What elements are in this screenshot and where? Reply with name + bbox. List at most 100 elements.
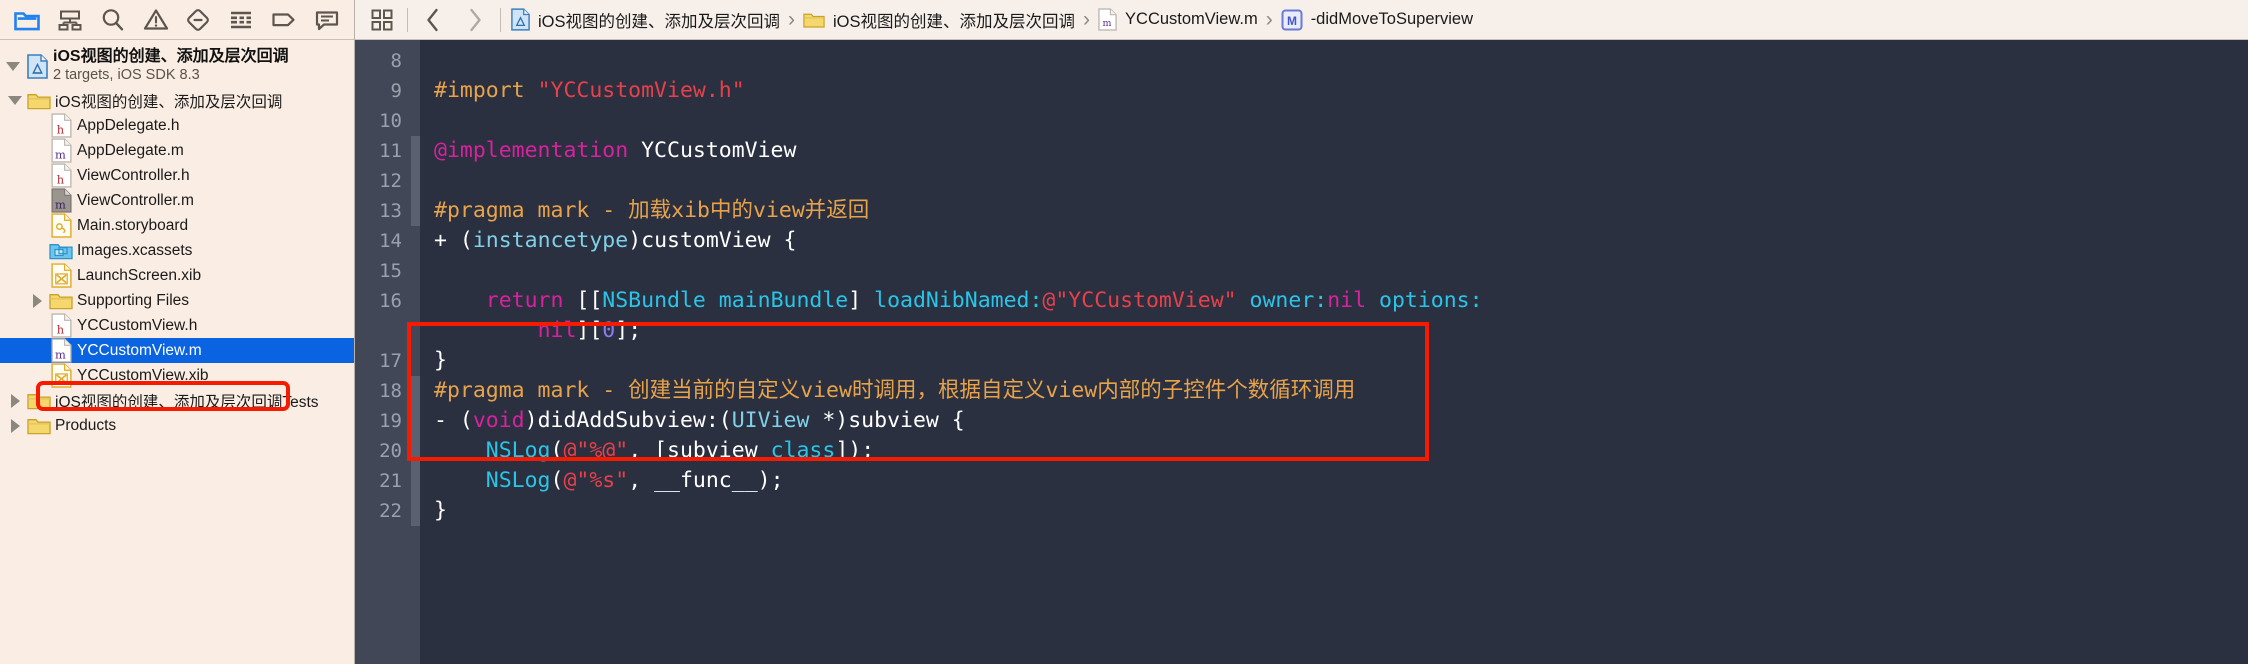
breadcrumb-label-file: YCCustomView.m xyxy=(1125,10,1258,28)
tree-row-yccustomview.h[interactable]: h YCCustomView.h xyxy=(0,313,354,338)
line-number: 21 xyxy=(379,470,402,492)
code-line: #import "YCCustomView.h" xyxy=(434,76,2248,106)
breakpoint-tag-icon[interactable] xyxy=(263,3,306,37)
project-navigator-pane: iOS视图的创建、添加及层次回调 2 targets, iOS SDK 8.3 … xyxy=(0,0,355,664)
code-token: ( xyxy=(550,468,564,493)
breadcrumb-project[interactable]: iOS视图的创建、添加及层次回调 xyxy=(505,8,786,32)
search-icon[interactable] xyxy=(92,3,135,37)
chevron-left-icon[interactable] xyxy=(412,3,454,37)
tree-row-iostests[interactable]: iOS视图的创建、添加及层次回调Tests xyxy=(0,388,354,413)
line-number-gutter: 8 9 10 11 12 13 14 15 16. 17 18 19 20 21 22 xyxy=(355,40,411,664)
storyboard-file-icon xyxy=(48,213,74,238)
line-number: 10 xyxy=(379,110,402,132)
folder-yellow-icon xyxy=(48,291,74,311)
code-token: #pragma mark - xyxy=(434,198,629,223)
code-token: @"%s" xyxy=(563,468,629,493)
tree-row-launchscreen.xib[interactable]: LaunchScreen.xib xyxy=(0,263,354,288)
tree-row-label: ViewController.h xyxy=(77,166,190,184)
hierarchy-icon[interactable] xyxy=(49,3,92,37)
breadcrumb-group[interactable]: iOS视图的创建、添加及层次回调 xyxy=(797,8,1081,32)
m-file-icon: m xyxy=(1098,8,1117,31)
report-comment-icon[interactable] xyxy=(305,3,348,37)
line-number: 14 xyxy=(379,230,402,252)
code-token: #pragma mark - xyxy=(434,378,629,403)
code-token: )customView { xyxy=(628,228,797,253)
tree-row-images.xcassets[interactable]: Images.xcassets xyxy=(0,238,354,263)
breadcrumb-method[interactable]: M -didMoveToSuperview xyxy=(1275,9,1479,31)
code-token: ]); xyxy=(835,438,875,463)
code-token: ] xyxy=(848,288,875,313)
disclosure-triangle-closed-icon[interactable] xyxy=(4,393,26,408)
jumpbar-divider-2 xyxy=(500,7,501,32)
tree-row-appdelegate.h[interactable]: h AppDelegate.h xyxy=(0,113,354,138)
code-line: } xyxy=(434,346,2248,376)
folder-yellow-icon xyxy=(26,416,52,436)
project-subtitle: 2 targets, iOS SDK 8.3 xyxy=(53,67,200,84)
folder-yellow-icon xyxy=(26,91,52,111)
m-file-icon: m xyxy=(48,138,74,163)
disclosure-triangle-open-icon[interactable] xyxy=(4,96,26,105)
svg-text:m: m xyxy=(55,197,66,211)
breadcrumb-file[interactable]: m YCCustomView.m xyxy=(1092,8,1264,31)
code-token: ][ xyxy=(576,318,603,343)
code-token: } xyxy=(434,498,447,523)
related-items-icon[interactable] xyxy=(361,3,403,37)
chevron-right-icon[interactable] xyxy=(454,3,496,37)
line-number: 15 xyxy=(379,260,402,282)
folder-yellow-icon xyxy=(26,391,52,411)
tree-row-supportingfiles[interactable]: Supporting Files xyxy=(0,288,354,313)
code-token: 创建当前的自定义view时调用，根据自定义view内部的子控件个数循环调用 xyxy=(628,378,1356,403)
code-text[interactable]: #import "YCCustomView.h" @implementation… xyxy=(420,40,2248,664)
xcassets-icon xyxy=(48,241,74,261)
code-token: *)subview { xyxy=(809,408,965,433)
svg-text:h: h xyxy=(56,122,64,136)
code-line: NSLog(@"%@", [subview class]); xyxy=(434,436,2248,466)
test-diamond-icon[interactable] xyxy=(177,3,220,37)
project-file-tree[interactable]: iOS视图的创建、添加及层次回调 2 targets, iOS SDK 8.3 … xyxy=(0,40,354,664)
code-token: , [subview xyxy=(628,438,771,463)
code-token: YCCustomView xyxy=(628,138,797,163)
code-token: [[ xyxy=(563,288,603,313)
line-number: 17 xyxy=(379,350,402,372)
breadcrumb-label-method: -didMoveToSuperview xyxy=(1310,10,1474,28)
tree-row-appdelegate.m[interactable]: m AppDelegate.m xyxy=(0,138,354,163)
line-number: 16 xyxy=(379,290,402,312)
tree-row-products[interactable]: Products xyxy=(0,413,354,438)
code-token: loadNibNamed: xyxy=(874,288,1043,313)
folder-yellow-icon xyxy=(803,13,825,28)
code-line: NSLog(@"%s", __func__); xyxy=(434,466,2248,496)
disclosure-triangle-open-icon[interactable] xyxy=(2,61,24,71)
debug-list-icon[interactable] xyxy=(220,3,263,37)
tree-row-yccustomview.m[interactable]: m YCCustomView.m xyxy=(0,338,354,363)
header-file-icon: h xyxy=(48,163,74,188)
code-token: NSBundle mainBundle xyxy=(602,288,849,313)
source-editor[interactable]: 8 9 10 11 12 13 14 15 16. 17 18 19 20 21 22 #import "Y… xyxy=(355,40,2248,664)
tree-row-main.storyboard[interactable]: Main.storyboard xyxy=(0,213,354,238)
m-file-icon: m xyxy=(48,338,74,363)
tree-row-project-root[interactable]: iOS视图的创建、添加及层次回调 2 targets, iOS SDK 8.3 xyxy=(0,44,354,88)
tree-row-viewcontroller.h[interactable]: h ViewController.h xyxy=(0,163,354,188)
tree-row-viewcontroller.m[interactable]: m ViewController.m xyxy=(0,188,354,213)
code-line: #pragma mark - 创建当前的自定义view时调用，根据自定义view… xyxy=(434,376,2248,406)
code-token: ]; xyxy=(615,318,642,343)
folder-icon[interactable] xyxy=(6,3,49,37)
breadcrumb-label-project: iOS视图的创建、添加及层次回调 xyxy=(538,12,781,31)
tree-row-ios[interactable]: iOS视图的创建、添加及层次回调 xyxy=(0,88,354,113)
disclosure-triangle-closed-icon[interactable] xyxy=(26,293,48,308)
line-number: 19 xyxy=(379,410,402,432)
svg-text:m: m xyxy=(1103,18,1112,29)
tree-row-label: ViewController.m xyxy=(77,191,194,209)
line-number: 13 xyxy=(379,200,402,222)
tree-row-label: Supporting Files xyxy=(77,291,190,309)
warning-triangle-icon[interactable] xyxy=(134,3,177,37)
tree-row-yccustomview.xib[interactable]: YCCustomView.xib xyxy=(0,363,354,388)
code-line: @implementation YCCustomView xyxy=(434,136,2248,166)
tree-row-label: iOS视图的创建、添加及层次回调Tests xyxy=(55,393,319,411)
tree-row-label: Images.xcassets xyxy=(77,241,193,259)
disclosure-triangle-closed-icon[interactable] xyxy=(4,418,26,433)
